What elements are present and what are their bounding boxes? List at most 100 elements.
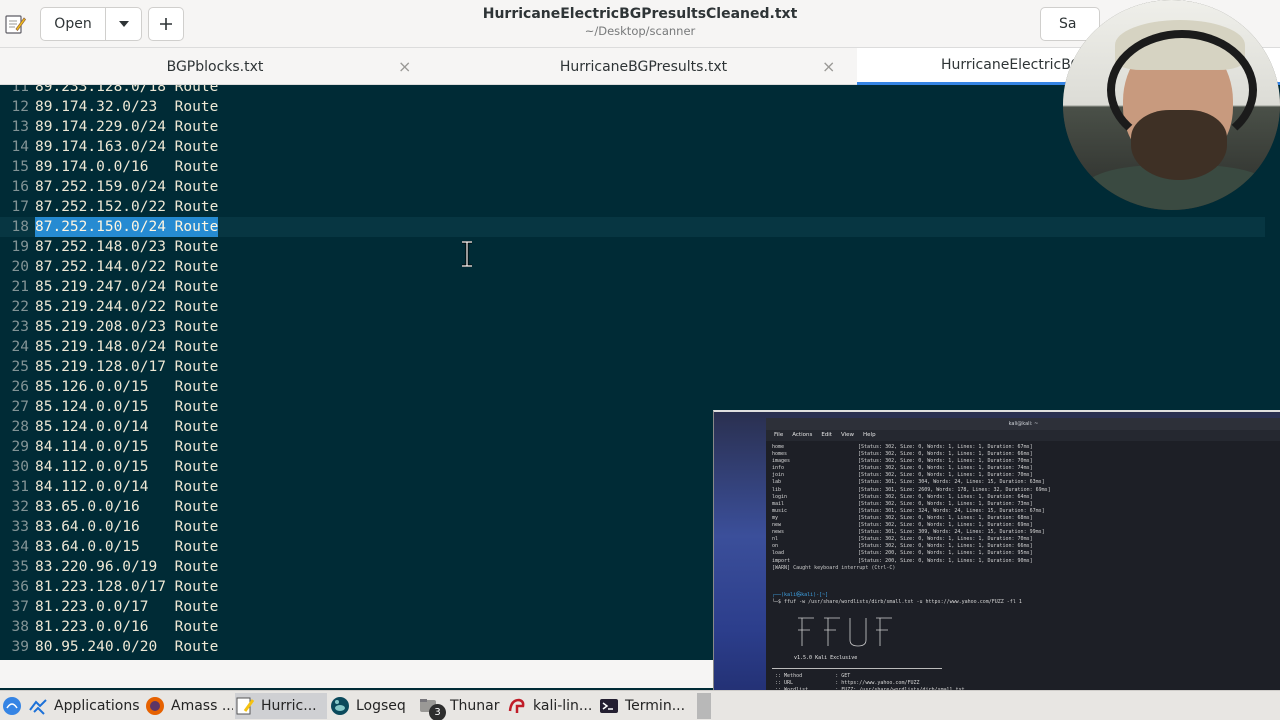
editor-line[interactable]: 19 87.252.148.0/23 Route bbox=[0, 237, 1265, 257]
ffuf-result-row: mail [Status: 302, Size: 0, Words: 1, Lin… bbox=[772, 501, 1275, 508]
line-number: 18 bbox=[11, 219, 29, 235]
tab-hurricanebgpresults[interactable]: HurricaneBGPresults.txt × bbox=[430, 48, 857, 85]
line-number: 25 bbox=[11, 359, 29, 375]
line-text[interactable]: 89.174.163.0/24 Route bbox=[35, 137, 218, 157]
result-word: load bbox=[772, 550, 785, 557]
line-text[interactable]: 84.114.0.0/15 Route bbox=[35, 437, 218, 457]
editor-line[interactable]: 23 85.219.208.0/23 Route bbox=[0, 317, 1265, 337]
terminal-menu-item[interactable]: Edit bbox=[821, 430, 832, 441]
ffuf-result-row: on [Status: 302, Size: 0, Words: 1, Lines… bbox=[772, 543, 1275, 550]
tab-bgpblocks[interactable]: BGPblocks.txt × bbox=[0, 48, 430, 85]
editor-line[interactable]: 18 87.252.150.0/24 Route bbox=[0, 217, 1265, 237]
line-text[interactable]: 81.223.128.0/17 Route bbox=[35, 577, 218, 597]
editor-line[interactable]: 21 85.219.247.0/24 Route bbox=[0, 277, 1265, 297]
applications-menu[interactable]: Applications bbox=[2, 693, 142, 719]
plus-icon bbox=[160, 18, 172, 30]
ffuf-result-row: join [Status: 302, Size: 0, Words: 1, Lin… bbox=[772, 472, 1275, 479]
line-number: 34 bbox=[11, 539, 29, 555]
task-amass[interactable]: Amass ... bbox=[145, 693, 233, 719]
ffuf-result-row: images [Status: 302, Size: 0, Words: 1, L… bbox=[772, 458, 1275, 465]
line-text[interactable]: 87.252.144.0/22 Route bbox=[35, 257, 218, 277]
line-number: 13 bbox=[11, 119, 29, 135]
line-text[interactable]: 85.219.247.0/24 Route bbox=[35, 277, 218, 297]
result-word: nl bbox=[772, 536, 779, 543]
terminal-window-preview[interactable]: kali@kali: ~ File Actions Edit View Help hom… bbox=[713, 410, 1280, 720]
task-label: kali-lin... bbox=[533, 698, 593, 714]
line-text[interactable]: 89.174.0.0/16 Route bbox=[35, 157, 218, 177]
line-text[interactable]: 87.252.148.0/23 Route bbox=[35, 237, 218, 257]
result-status: [Status: 302, Size: 0, Words: 1, Lines: … bbox=[858, 472, 1033, 479]
firefox-icon bbox=[146, 697, 164, 715]
line-text[interactable]: 85.219.244.0/22 Route bbox=[35, 297, 218, 317]
ffuf-result-row: info [Status: 302, Size: 0, Words: 1, Lin… bbox=[772, 465, 1275, 472]
task-partial-hidden[interactable] bbox=[697, 693, 711, 719]
result-status: [Status: 301, Size: 324, Words: 24, Line… bbox=[858, 507, 1045, 514]
editor-line[interactable]: 25 85.219.128.0/17 Route bbox=[0, 357, 1265, 377]
result-word: lab bbox=[772, 479, 782, 486]
open-button[interactable]: Open bbox=[40, 7, 106, 41]
result-status: [Status: 301, Size: 304, Words: 24, Line… bbox=[858, 479, 1045, 486]
result-status: [Status: 302, Size: 0, Words: 1, Lines: … bbox=[858, 500, 1033, 507]
line-text[interactable]: 89.174.32.0/23 Route bbox=[35, 97, 218, 117]
webcam-overlay bbox=[1063, 0, 1280, 210]
task-terminal[interactable]: Termin... bbox=[599, 693, 691, 719]
line-text[interactable]: 83.64.0.0/16 Route bbox=[35, 517, 218, 537]
editor-line[interactable]: 24 85.219.148.0/24 Route bbox=[0, 337, 1265, 357]
line-text[interactable]: 81.223.0.0/16 Route bbox=[35, 617, 218, 637]
line-number: 35 bbox=[11, 559, 29, 575]
result-status: [Status: 302, Size: 0, Words: 1, Lines: … bbox=[858, 514, 1033, 521]
close-icon[interactable]: × bbox=[398, 57, 411, 76]
tab-label: HurricaneElectricBG bbox=[941, 57, 1082, 73]
task-kali-linux[interactable]: kali-lin... bbox=[507, 693, 595, 719]
line-text[interactable]: 85.219.208.0/23 Route bbox=[35, 317, 218, 337]
ffuf-result-row: import [Status: 200, Size: 0, Words: 1, L… bbox=[772, 558, 1275, 565]
ffuf-result-row: nl [Status: 302, Size: 0, Words: 1, Lines… bbox=[772, 536, 1275, 543]
line-text[interactable]: 85.219.148.0/24 Route bbox=[35, 337, 218, 357]
close-icon[interactable]: × bbox=[822, 57, 835, 76]
line-text[interactable]: 84.112.0.0/15 Route bbox=[35, 457, 218, 477]
editor-line[interactable]: 22 85.219.244.0/22 Route bbox=[0, 297, 1265, 317]
ffuf-result-row: new [Status: 302, Size: 0, Words: 1, Line… bbox=[772, 522, 1275, 529]
kali-dragon-icon bbox=[29, 699, 47, 715]
line-text[interactable]: 83.65.0.0/16 Route bbox=[35, 497, 218, 517]
line-text[interactable]: 83.220.96.0/19 Route bbox=[35, 557, 218, 577]
line-text[interactable]: 87.252.159.0/24 Route bbox=[35, 177, 218, 197]
line-text[interactable]: 85.126.0.0/15 Route bbox=[35, 377, 218, 397]
line-text[interactable]: 83.64.0.0/15 Route bbox=[35, 537, 218, 557]
task-text-editor[interactable]: Hurric... bbox=[235, 693, 327, 719]
task-logseq[interactable]: Logseq bbox=[330, 693, 412, 719]
line-number: 16 bbox=[11, 179, 29, 195]
line-text[interactable]: 80.95.240.0/20 Route bbox=[35, 637, 218, 657]
terminal-menu-item[interactable]: Help bbox=[863, 430, 876, 441]
terminal-title: kali@kali: ~ bbox=[766, 418, 1280, 430]
editor-line[interactable]: 26 85.126.0.0/15 Route bbox=[0, 377, 1265, 397]
line-text[interactable]: 89.233.128.0/18 Route bbox=[35, 85, 218, 97]
line-text[interactable]: 84.112.0.0/14 Route bbox=[35, 477, 218, 497]
line-number: 37 bbox=[11, 599, 29, 615]
window-subtitle: ~/Desktop/scanner bbox=[584, 24, 696, 38]
terminal-menu-item[interactable]: Actions bbox=[792, 430, 812, 441]
line-number: 21 bbox=[11, 279, 29, 295]
line-text[interactable]: 85.124.0.0/15 Route bbox=[35, 397, 218, 417]
line-text[interactable]: 87.252.152.0/22 Route bbox=[35, 197, 218, 217]
line-number: 39 bbox=[11, 639, 29, 655]
line-text[interactable]: 87.252.150.0/24 Route bbox=[35, 217, 219, 237]
new-document-button[interactable] bbox=[148, 7, 184, 41]
editor-line[interactable]: 20 87.252.144.0/22 Route bbox=[0, 257, 1265, 277]
line-text[interactable]: 89.174.229.0/24 Route bbox=[35, 117, 218, 137]
open-menu-button[interactable] bbox=[105, 7, 142, 41]
result-word: join bbox=[772, 472, 785, 479]
result-status: [Status: 302, Size: 0, Words: 1, Lines: … bbox=[858, 536, 1033, 543]
logseq-icon bbox=[331, 697, 349, 715]
line-text[interactable]: 85.219.128.0/17 Route bbox=[35, 357, 218, 377]
line-text[interactable]: 85.124.0.0/14 Route bbox=[35, 417, 218, 437]
line-text[interactable]: 81.223.0.0/17 Route bbox=[35, 597, 218, 617]
terminal-window[interactable]: kali@kali: ~ File Actions Edit View Help hom… bbox=[766, 418, 1280, 720]
task-label: Termin... bbox=[625, 698, 686, 714]
line-number: 30 bbox=[11, 459, 29, 475]
line-number: 12 bbox=[11, 99, 29, 115]
result-status: [Status: 302, Size: 0, Words: 1, Lines: … bbox=[858, 522, 1033, 529]
terminal-menu-item[interactable]: File bbox=[774, 430, 783, 441]
line-number: 38 bbox=[11, 619, 29, 635]
terminal-menu-item[interactable]: View bbox=[841, 430, 854, 441]
